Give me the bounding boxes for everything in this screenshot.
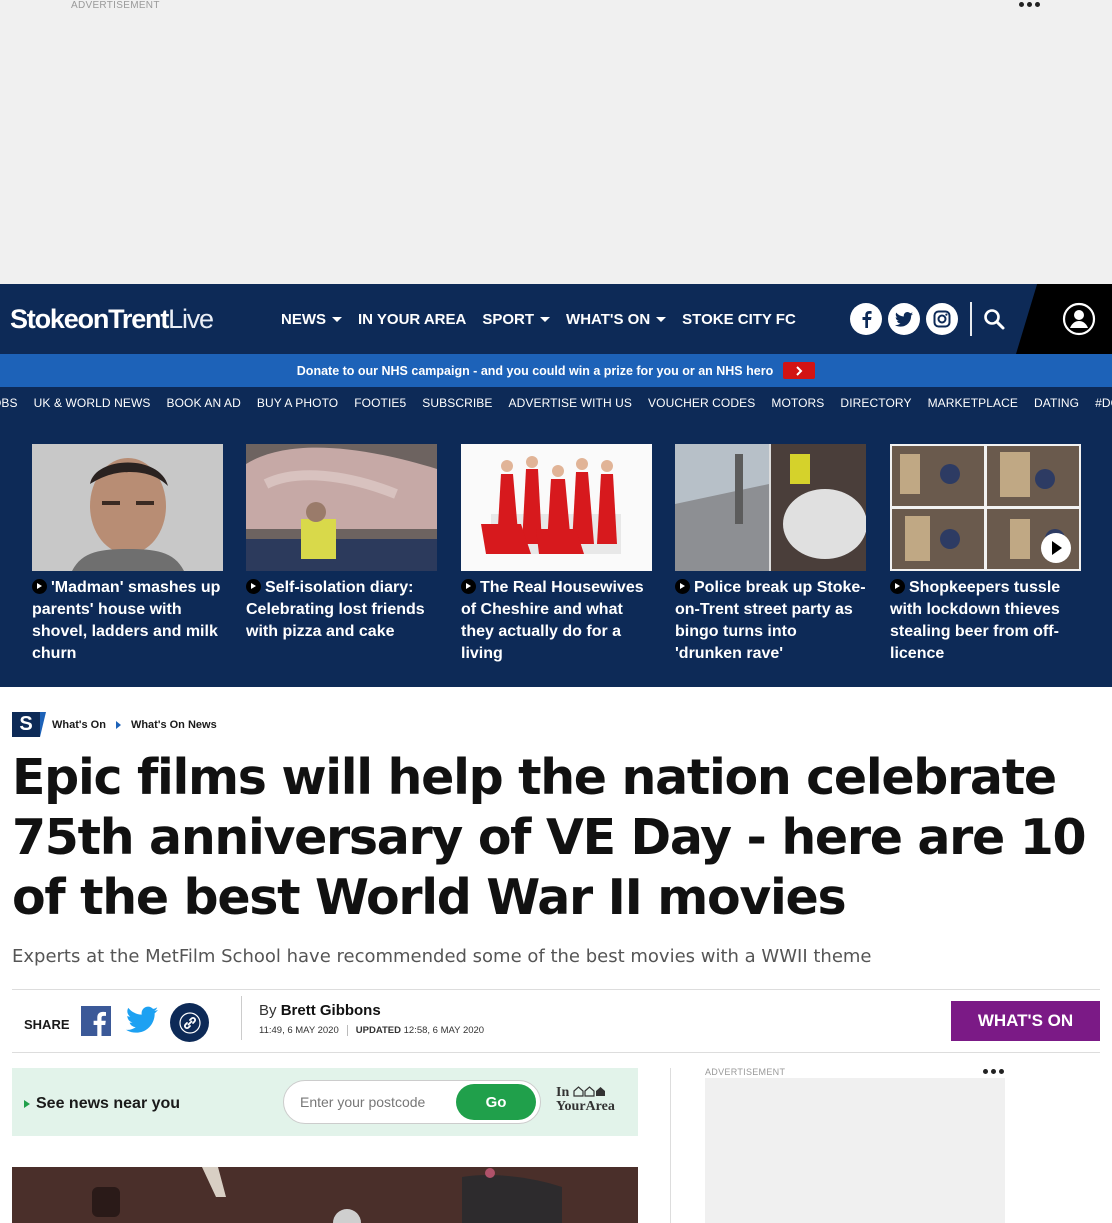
trending-card[interactable]: 'Madman' smashes up parents' house with … (32, 444, 223, 665)
subnav-directory[interactable]: DIRECTORY (840, 396, 911, 410)
in-your-area-logo: In YourArea (556, 1085, 615, 1114)
trending-thumbnail[interactable] (32, 444, 223, 571)
subnav-do1thing[interactable]: #DO1THING (1095, 396, 1112, 410)
nav-stoke-city-fc[interactable]: STOKE CITY FC (682, 311, 796, 328)
trending-strip: 'Madman' smashes up parents' house with … (0, 418, 1112, 687)
subnav-subscribe[interactable]: SUBSCRIBE (422, 396, 492, 410)
arrow-icon (246, 579, 261, 594)
trending-card[interactable]: The Real Housewives of Cheshire and what… (461, 444, 652, 665)
trending-card[interactable]: Shopkeepers tussle with lockdown thieves… (890, 444, 1081, 665)
trending-title: 'Madman' smashes up parents' house with … (32, 579, 221, 662)
account-icon[interactable] (1062, 302, 1096, 336)
article-hero-image[interactable] (12, 1167, 638, 1223)
header-divider (970, 302, 972, 336)
nav-whats-on[interactable]: WHAT'S ON (566, 311, 667, 328)
subnav-advertise[interactable]: ADVERTISE WITH US (509, 396, 633, 410)
share-twitter-icon[interactable] (126, 1006, 158, 1036)
meta-divider (241, 996, 242, 1040)
ad-options-icon[interactable] (983, 1069, 1004, 1074)
donate-banner[interactable]: Donate to our NHS campaign - and you cou… (0, 354, 1112, 387)
trending-title: Self-isolation diary: Celebrating lost f… (246, 579, 425, 640)
published-time: 11:49, 6 MAY 2020 (259, 1025, 339, 1036)
subnav-uk-world-news[interactable]: UK & WORLD NEWS (34, 396, 151, 410)
secondary-nav: OBS UK & WORLD NEWS BOOK AN AD BUY A PHO… (0, 387, 1112, 418)
article-standfirst: Experts at the MetFilm School have recom… (12, 946, 872, 967)
facebook-icon[interactable] (850, 303, 882, 335)
area-label: See news near you (36, 1095, 181, 1112)
article-dates: 11:49, 6 MAY 2020 UPDATED 12:58, 6 MAY 2… (259, 1025, 484, 1036)
subnav-voucher-codes[interactable]: VOUCHER CODES (648, 396, 755, 410)
updated-label: UPDATED (355, 1025, 401, 1036)
arrow-icon (461, 579, 476, 594)
triangle-icon (24, 1100, 30, 1108)
trending-thumbnail[interactable] (890, 444, 1081, 571)
site-header: StokeonTrentLive NEWS IN YOUR AREA SPORT… (0, 284, 1112, 354)
updated-time: 12:58, 6 MAY 2020 (403, 1025, 485, 1036)
share-label: SHARE (24, 1017, 70, 1032)
search-icon[interactable] (980, 305, 1008, 333)
side-advertisement (705, 1078, 1005, 1223)
arrow-icon (890, 579, 905, 594)
subnav-buy-a-photo[interactable]: BUY A PHOTO (257, 396, 338, 410)
play-icon[interactable] (1041, 533, 1071, 563)
instagram-icon[interactable] (926, 303, 958, 335)
arrow-icon (675, 579, 690, 594)
chevron-right-icon (115, 720, 121, 729)
share-facebook-icon[interactable] (81, 1006, 111, 1036)
subnav-footie5[interactable]: FOOTIE5 (354, 396, 406, 410)
twitter-icon[interactable] (888, 303, 920, 335)
subnav-marketplace[interactable]: MARKETPLACE (928, 396, 1018, 410)
top-advertisement: ADVERTISEMENT (0, 0, 1112, 284)
arrow-icon (32, 579, 47, 594)
ad-label: ADVERTISEMENT (71, 0, 160, 11)
trending-card[interactable]: Self-isolation diary: Celebrating lost f… (246, 444, 437, 643)
trending-card[interactable]: Police break up Stoke-on-Trent street pa… (675, 444, 866, 665)
subnav-dating[interactable]: DATING (1034, 396, 1079, 410)
nav-sport[interactable]: SPORT (482, 311, 551, 328)
trending-title: Police break up Stoke-on-Trent street pa… (675, 579, 866, 662)
go-button[interactable]: Go (456, 1084, 536, 1120)
trending-title: The Real Housewives of Cheshire and what… (461, 579, 644, 662)
brand-logo-icon[interactable]: S (12, 712, 46, 737)
nav-news[interactable]: NEWS (281, 311, 342, 328)
subnav-book-an-ad[interactable]: BOOK AN AD (167, 396, 241, 410)
breadcrumb-whats-on[interactable]: What's On (52, 719, 106, 731)
share-link-icon[interactable] (170, 1003, 209, 1042)
byline: By Brett Gibbons (259, 1002, 381, 1019)
nav-in-your-area[interactable]: IN YOUR AREA (358, 311, 466, 328)
section-badge[interactable]: WHAT'S ON (951, 1001, 1100, 1041)
trending-thumbnail[interactable] (675, 444, 866, 571)
social-links (850, 303, 958, 335)
chevron-down-icon (332, 316, 342, 322)
column-divider (670, 1068, 671, 1223)
trending-title: Shopkeepers tussle with lockdown thieves… (890, 579, 1061, 662)
subnav-motors[interactable]: MOTORS (771, 396, 824, 410)
subnav-jobs[interactable]: OBS (0, 396, 18, 410)
donate-arrow-button[interactable] (783, 362, 816, 379)
ad-options-icon[interactable] (1019, 2, 1040, 7)
article-meta-bar: SHARE By Brett Gibbons 11:49, 6 MAY 2020… (12, 989, 1100, 1053)
breadcrumb-whats-on-news[interactable]: What's On News (131, 719, 217, 731)
in-your-area-widget: See news near you Go In YourArea (12, 1068, 638, 1136)
author-link[interactable]: Brett Gibbons (281, 1002, 381, 1019)
ad-label: ADVERTISEMENT (705, 1067, 786, 1077)
trending-thumbnail[interactable] (246, 444, 437, 571)
breadcrumb: S What's On What's On News (12, 712, 217, 737)
chevron-down-icon (540, 316, 551, 322)
main-nav: NEWS IN YOUR AREA SPORT WHAT'S ON STOKE … (281, 284, 796, 354)
article-headline: Epic films will help the nation celebrat… (12, 749, 1087, 926)
site-logo[interactable]: StokeonTrentLive (10, 304, 214, 335)
trending-thumbnail[interactable] (461, 444, 652, 571)
chevron-down-icon (656, 316, 667, 322)
donate-text: Donate to our NHS campaign - and you cou… (296, 363, 774, 378)
